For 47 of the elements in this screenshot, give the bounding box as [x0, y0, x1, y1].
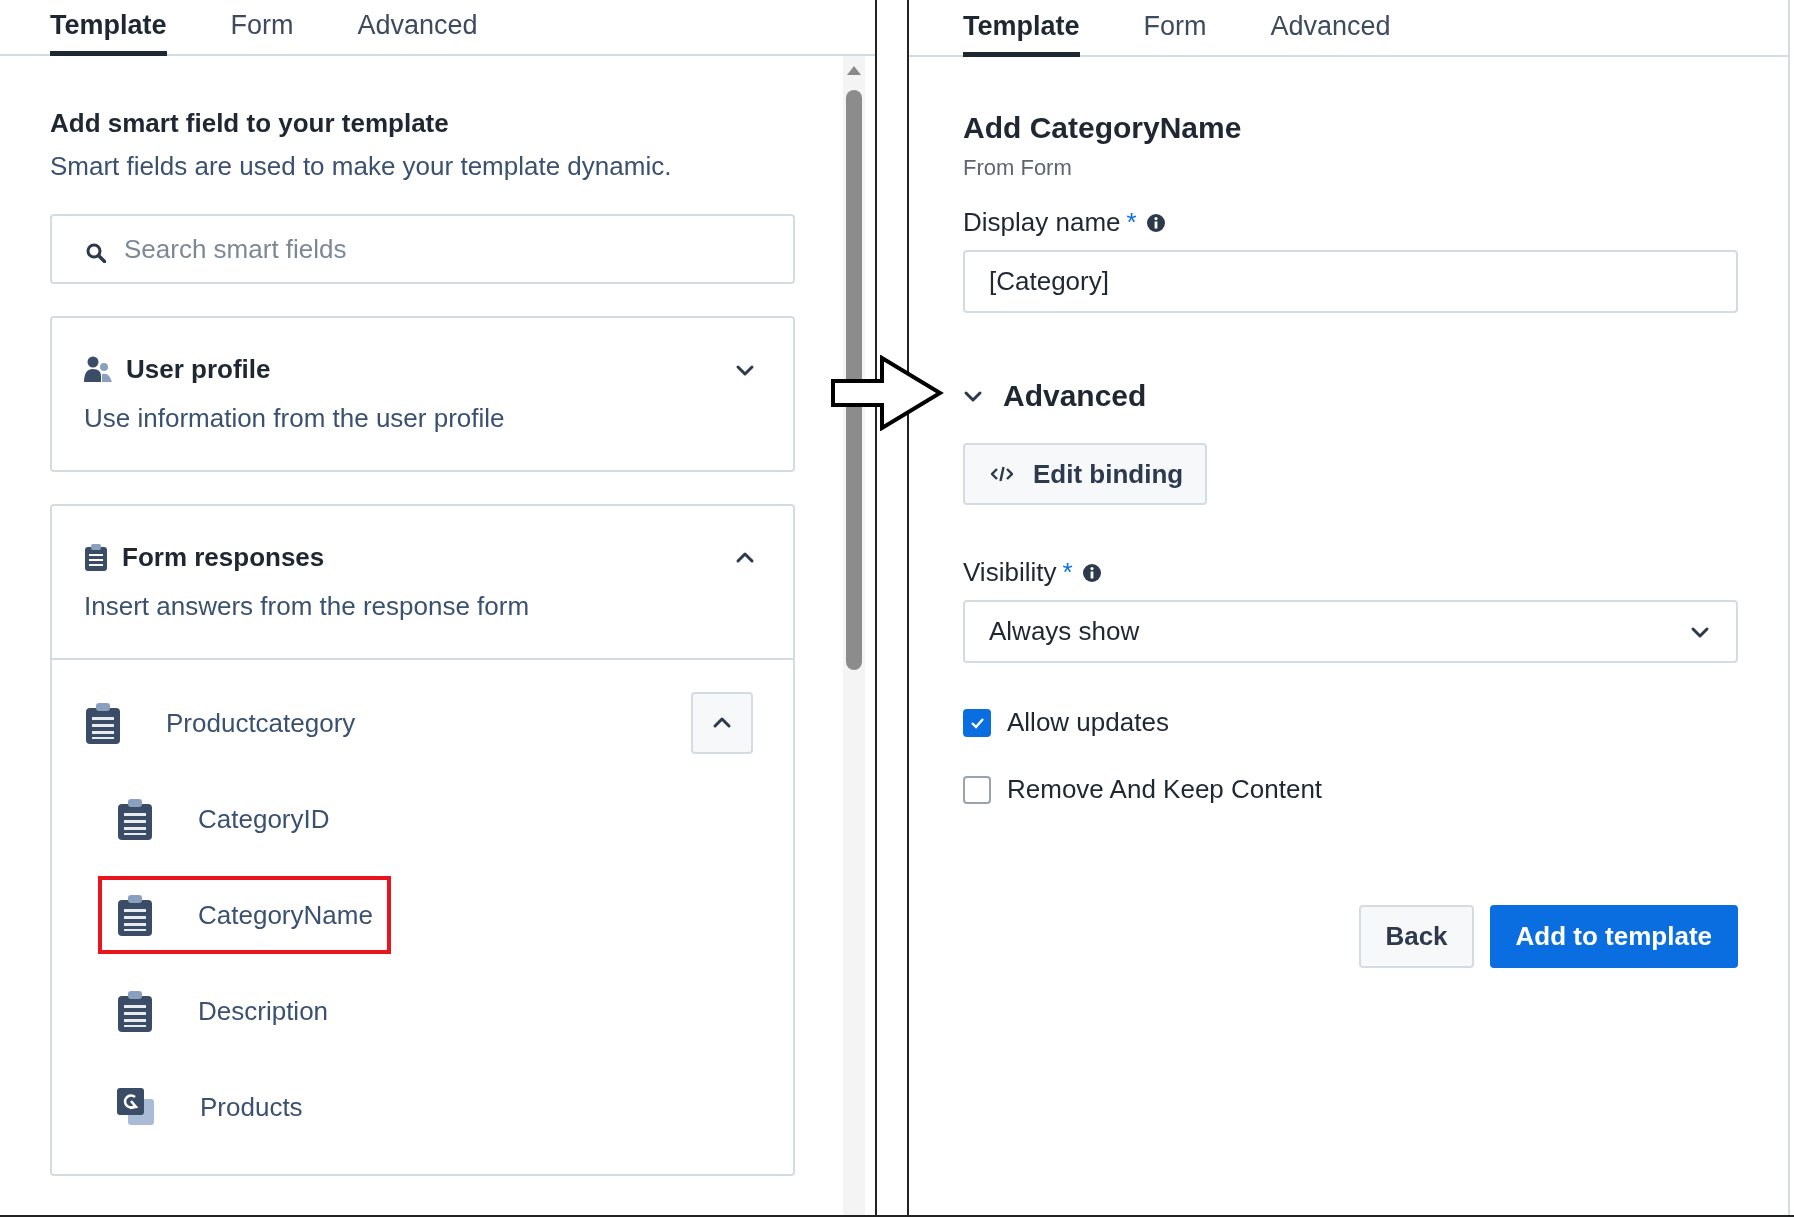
field-item[interactable]: Products [200, 1091, 303, 1123]
tab[interactable]: Template [963, 11, 1080, 57]
field-item[interactable]: CategoryID [198, 803, 330, 835]
tab[interactable]: Template [50, 10, 167, 56]
back-button[interactable]: Back [1359, 905, 1474, 968]
scrollbar[interactable] [843, 56, 865, 1215]
code-icon [991, 465, 1013, 483]
clipboard-icon [116, 798, 154, 840]
form-subtitle: From Form [963, 155, 1073, 181]
clipboard-icon [116, 894, 154, 936]
scroll-up-icon[interactable] [846, 64, 862, 76]
info-icon[interactable] [1146, 213, 1165, 232]
tab[interactable]: Form [1143, 11, 1207, 57]
clipboard-icon [84, 543, 108, 572]
panel-heading: Add smart field to your template [50, 108, 450, 139]
info-icon[interactable] [1082, 563, 1101, 582]
section-description: Use information from the user profile [84, 403, 506, 434]
tab[interactable]: Advanced [1270, 11, 1391, 57]
text-input[interactable]: [Category] [963, 250, 1738, 313]
add-button[interactable]: Add to template [1489, 905, 1738, 968]
required-mark: * [1062, 557, 1073, 588]
form-title: Add CategoryName [963, 111, 1243, 145]
people-icon [84, 356, 112, 383]
dropdown[interactable]: Always show [963, 600, 1738, 663]
tab[interactable]: Advanced [357, 10, 478, 56]
panel-description: Smart fields are used to make your template dynamic. [50, 151, 673, 182]
clipboard-icon [84, 702, 122, 744]
field-item[interactable]: CategoryName [198, 899, 373, 931]
field-item[interactable]: Productcategory [166, 707, 356, 739]
required-mark: * [1126, 207, 1137, 238]
field-label: Visibility [963, 557, 1057, 588]
edit-binding-button[interactable]: Edit binding [963, 443, 1208, 505]
clipboard-icon [116, 990, 154, 1032]
search-field[interactable]: Search smart fields [50, 214, 795, 284]
checkbox-label: Remove And Keep Content [1007, 774, 1323, 805]
section-title: Form responses [122, 542, 326, 573]
checkbox[interactable] [963, 708, 991, 737]
section-title[interactable]: Advanced [1003, 379, 1147, 413]
tab[interactable]: Form [230, 10, 294, 56]
checkbox-label: Allow updates [1007, 707, 1169, 738]
field-item[interactable]: Description [198, 995, 329, 1027]
section-description: Insert answers from the response form [84, 591, 531, 622]
checkbox[interactable] [963, 775, 991, 804]
collection-icon [116, 1087, 156, 1127]
section-title: User profile [126, 354, 272, 385]
field-label: Display name [963, 207, 1121, 238]
search-icon [86, 243, 106, 263]
